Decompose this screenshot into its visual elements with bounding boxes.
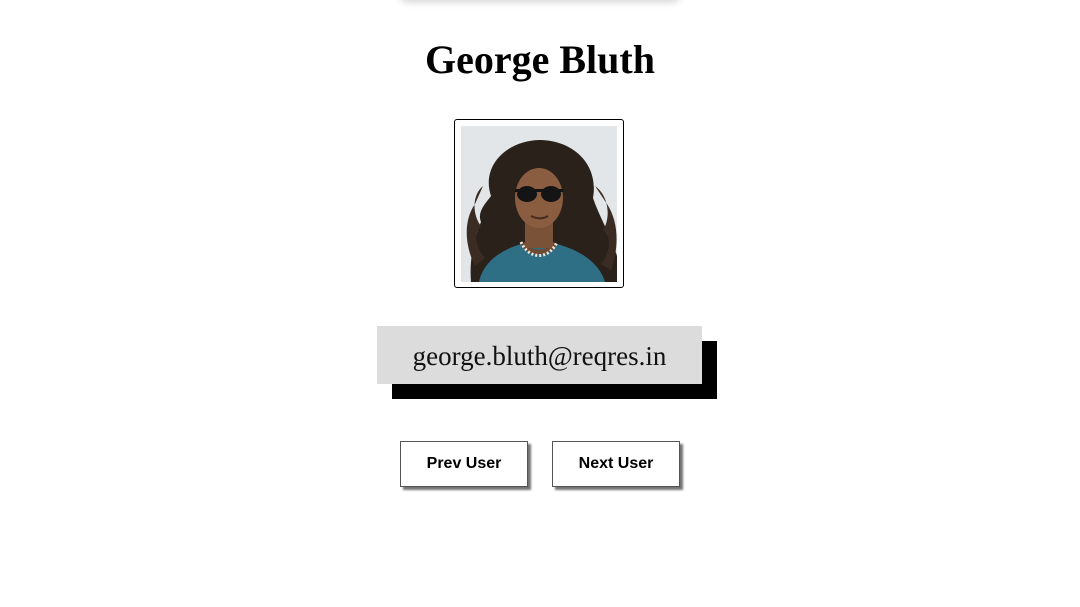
prev-user-button[interactable]: Prev User [400,441,528,487]
next-user-button[interactable]: Next User [552,441,680,487]
email-panel: george.bluth@reqres.in [377,326,717,399]
email-text: george.bluth@reqres.in [377,326,702,384]
user-name-heading: George Bluth [425,37,655,82]
avatar [461,126,617,282]
avatar-frame [454,119,624,288]
